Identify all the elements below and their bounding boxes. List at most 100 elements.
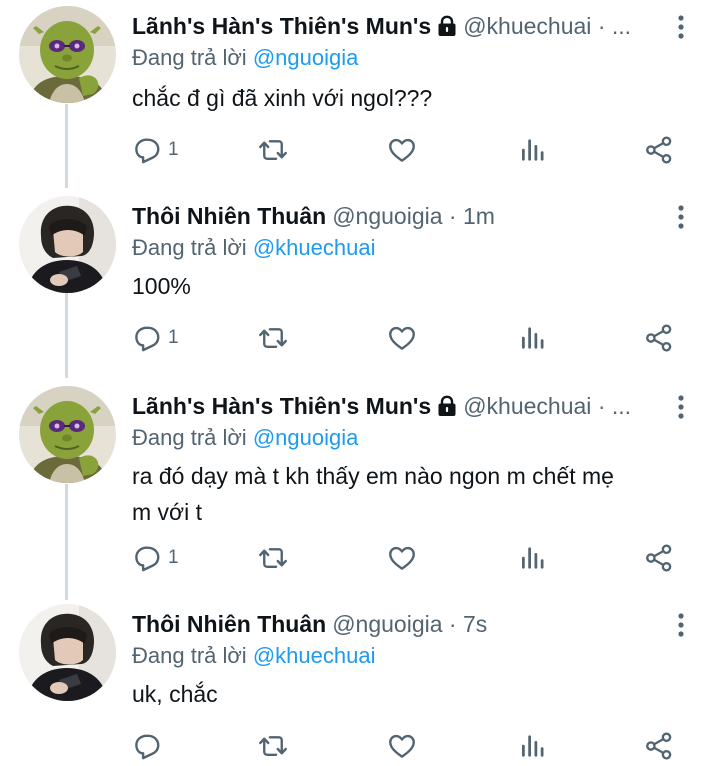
share-button[interactable] xyxy=(644,730,674,762)
replying-to: Đang trả lời @khuechuai xyxy=(132,232,375,264)
timestamp[interactable]: 1m xyxy=(463,203,495,229)
avatar[interactable] xyxy=(19,386,116,483)
reply-count: 1 xyxy=(168,547,179,568)
reply-button[interactable]: 1 xyxy=(132,322,179,354)
action-bar: 1 xyxy=(132,134,692,166)
display-name[interactable]: Lãnh's Hàn's Thiên's Mun's xyxy=(132,393,431,419)
retweet-button[interactable] xyxy=(258,730,288,762)
action-bar xyxy=(132,730,692,762)
like-button[interactable] xyxy=(387,322,417,354)
like-icon xyxy=(387,135,417,165)
user-handle[interactable]: @khuechuai xyxy=(463,393,591,419)
retweet-button[interactable] xyxy=(258,322,288,354)
reply-button[interactable]: 1 xyxy=(132,134,179,166)
user-handle[interactable]: @nguoigia xyxy=(332,611,442,637)
share-icon xyxy=(644,543,674,573)
user-handle[interactable]: @khuechuai xyxy=(463,13,591,39)
tweet[interactable]: Lãnh's Hàn's Thiên's Mun's @khuechuai · .… xyxy=(0,380,720,600)
tweet-header: Thôi Nhiên Thuân @nguoigia · 7s xyxy=(132,608,666,640)
lock-icon xyxy=(437,395,457,417)
share-button[interactable] xyxy=(644,322,674,354)
reply-icon xyxy=(132,323,162,353)
retweet-icon xyxy=(258,731,288,761)
like-button[interactable] xyxy=(387,542,417,574)
more-vertical-icon[interactable] xyxy=(675,204,687,230)
separator-dot: · xyxy=(597,13,606,39)
timestamp[interactable]: ... xyxy=(612,13,631,39)
like-icon xyxy=(387,543,417,573)
mention-link[interactable]: @khuechuai xyxy=(253,235,376,260)
reply-count: 1 xyxy=(168,139,179,160)
replying-to: Đang trả lời @nguoigia xyxy=(132,422,358,454)
display-name[interactable]: Thôi Nhiên Thuân xyxy=(132,611,326,637)
display-name[interactable]: Lãnh's Hàn's Thiên's Mun's xyxy=(132,13,431,39)
more-vertical-icon[interactable] xyxy=(675,612,687,638)
views-button[interactable] xyxy=(518,542,548,574)
mention-link[interactable]: @nguoigia xyxy=(253,45,359,70)
separator-dot: · xyxy=(448,203,457,229)
reply-icon xyxy=(132,543,162,573)
like-icon xyxy=(387,731,417,761)
more-vertical-icon[interactable] xyxy=(675,394,687,420)
retweet-button[interactable] xyxy=(258,134,288,166)
tweet[interactable]: Thôi Nhiên Thuân @nguoigia · 1m Đang trả … xyxy=(0,190,720,380)
retweet-button[interactable] xyxy=(258,542,288,574)
replying-to: Đang trả lời @khuechuai xyxy=(132,640,375,672)
replying-to-label: Đang trả lời xyxy=(132,425,247,450)
more-vertical-icon[interactable] xyxy=(675,14,687,40)
mention-link[interactable]: @nguoigia xyxy=(253,425,359,450)
retweet-icon xyxy=(258,543,288,573)
person-avatar-image xyxy=(19,196,116,293)
avatar[interactable] xyxy=(19,604,116,701)
views-icon xyxy=(518,731,548,761)
reply-count: 1 xyxy=(168,327,179,348)
replying-to-label: Đang trả lời xyxy=(132,643,247,668)
shrek-avatar-image xyxy=(19,386,116,483)
tweet[interactable]: Thôi Nhiên Thuân @nguoigia · 7s Đang trả … xyxy=(0,598,720,766)
tweet-text-line: m với t xyxy=(132,499,203,525)
action-bar: 1 xyxy=(132,542,692,574)
share-icon xyxy=(644,135,674,165)
tweet-text: chắc đ gì đã xinh với ngol??? xyxy=(132,85,433,111)
tweet[interactable]: Lãnh's Hàn's Thiên's Mun's @khuechuai · .… xyxy=(0,0,720,190)
avatar[interactable] xyxy=(19,6,116,103)
tweet-header: Lãnh's Hàn's Thiên's Mun's @khuechuai · .… xyxy=(132,10,666,42)
tweet-text-line: ra đó dạy mà t kh thấy em nào ngon m chế… xyxy=(132,463,614,489)
user-handle[interactable]: @nguoigia xyxy=(332,203,442,229)
lock-icon xyxy=(437,15,457,37)
share-button[interactable] xyxy=(644,542,674,574)
like-icon xyxy=(387,323,417,353)
like-button[interactable] xyxy=(387,730,417,762)
separator-dot: · xyxy=(597,393,606,419)
reply-icon xyxy=(132,135,162,165)
share-icon xyxy=(644,731,674,761)
like-button[interactable] xyxy=(387,134,417,166)
avatar[interactable] xyxy=(19,196,116,293)
views-button[interactable] xyxy=(518,730,548,762)
tweet-header: Lãnh's Hàn's Thiên's Mun's @khuechuai · .… xyxy=(132,390,666,422)
views-icon xyxy=(518,323,548,353)
timestamp[interactable]: ... xyxy=(612,393,631,419)
replying-to: Đang trả lời @nguoigia xyxy=(132,42,358,74)
separator-dot: · xyxy=(448,611,457,637)
replying-to-label: Đang trả lời xyxy=(132,235,247,260)
retweet-icon xyxy=(258,135,288,165)
share-icon xyxy=(644,323,674,353)
views-button[interactable] xyxy=(518,322,548,354)
tweet-header: Thôi Nhiên Thuân @nguoigia · 1m xyxy=(132,200,666,232)
retweet-icon xyxy=(258,323,288,353)
tweet-text: 100% xyxy=(132,273,191,299)
reply-icon xyxy=(132,731,162,761)
shrek-avatar-image xyxy=(19,6,116,103)
person-avatar-image xyxy=(19,604,116,701)
display-name[interactable]: Thôi Nhiên Thuân xyxy=(132,203,326,229)
share-button[interactable] xyxy=(644,134,674,166)
views-button[interactable] xyxy=(518,134,548,166)
action-bar: 1 xyxy=(132,322,692,354)
reply-button[interactable] xyxy=(132,730,162,762)
timestamp[interactable]: 7s xyxy=(463,611,487,637)
reply-button[interactable]: 1 xyxy=(132,542,179,574)
mention-link[interactable]: @khuechuai xyxy=(253,643,376,668)
tweet-text: ra đó dạy mà t kh thấy em nào ngon m chế… xyxy=(132,458,692,530)
views-icon xyxy=(518,135,548,165)
